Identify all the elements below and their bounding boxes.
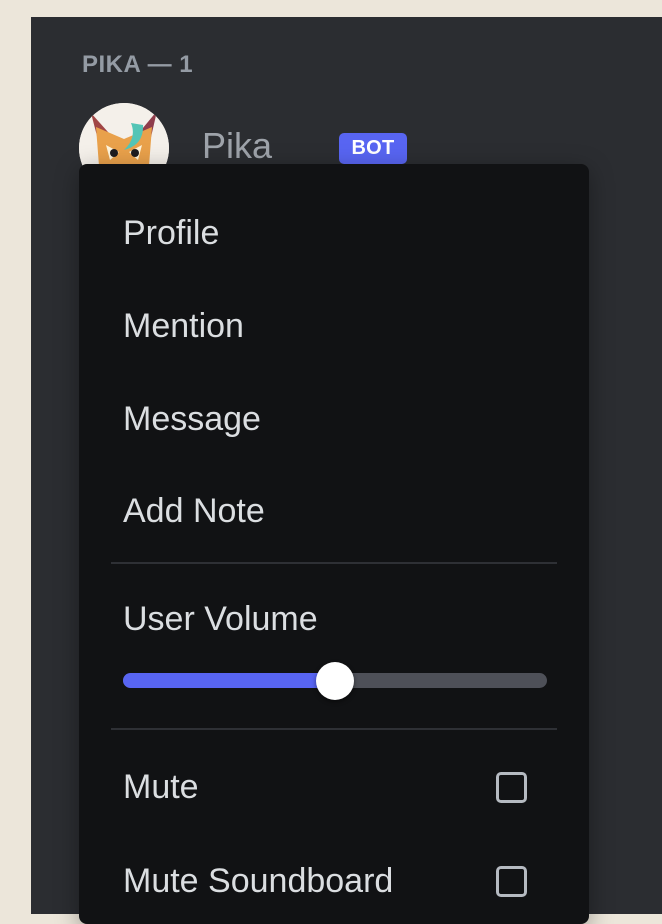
user-volume-slider[interactable] (123, 662, 547, 700)
volume-slider-thumb[interactable] (316, 662, 354, 700)
mute-soundboard-checkbox[interactable] (496, 866, 527, 897)
volume-slider-fill (123, 673, 335, 688)
menu-item-message-label: Message (123, 400, 261, 438)
user-context-menu: Profile Mention Message Add Note User Vo… (79, 164, 589, 924)
menu-item-mute-soundboard-label: Mute Soundboard (123, 862, 394, 900)
mute-checkbox[interactable] (496, 772, 527, 803)
member-group-header: PIKA — 1 (82, 51, 194, 78)
menu-item-message[interactable]: Message (95, 385, 573, 449)
menu-divider (111, 562, 557, 564)
menu-item-mention-label: Mention (123, 307, 244, 345)
menu-item-mute-soundboard[interactable]: Mute Soundboard (95, 847, 573, 911)
menu-item-add-note[interactable]: Add Note (95, 477, 573, 541)
menu-item-mention[interactable]: Mention (95, 292, 573, 356)
user-volume-label: User Volume (123, 600, 318, 638)
menu-item-mute-label: Mute (123, 768, 199, 806)
menu-divider (111, 728, 557, 730)
member-name[interactable]: Pika (202, 125, 272, 167)
menu-item-profile-label: Profile (123, 214, 220, 252)
bot-badge: BOT (339, 133, 407, 164)
menu-item-add-note-label: Add Note (123, 492, 265, 530)
menu-item-profile[interactable]: Profile (95, 199, 573, 263)
menu-item-mute[interactable]: Mute (95, 753, 573, 817)
